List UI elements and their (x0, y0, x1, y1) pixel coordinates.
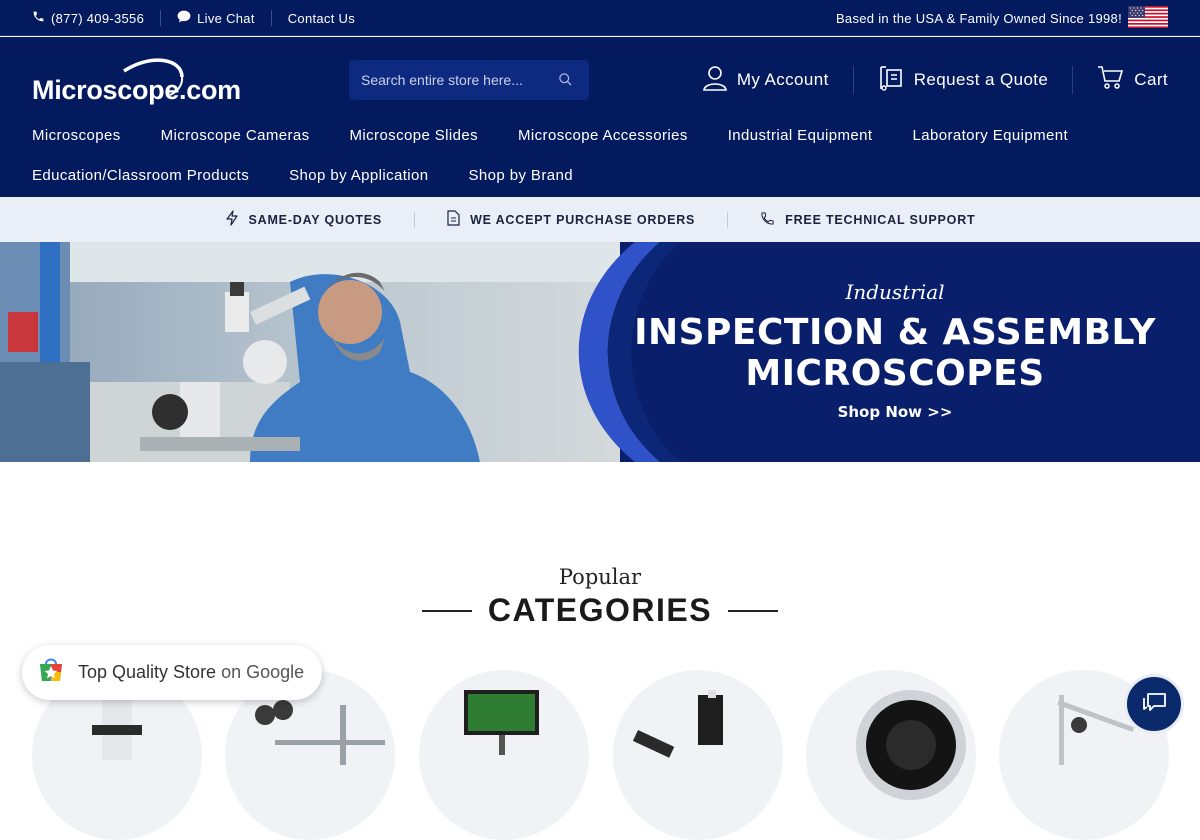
benefit-label: WE ACCEPT PURCHASE ORDERS (470, 212, 696, 227)
quote-icon (878, 65, 904, 96)
nav-item-microscopes[interactable]: Microscopes (32, 127, 121, 144)
my-account-label: My Account (736, 70, 829, 89)
chat-widget-button[interactable] (1124, 674, 1184, 734)
tagline-text: Based in the USA & Family Owned Since 19… (835, 10, 1122, 26)
category-microscope-cameras[interactable] (419, 670, 589, 840)
hero-photo (0, 242, 640, 462)
hero-text: Industrial INSPECTION & ASSEMBLY MICROSC… (590, 242, 1200, 462)
shop-now-link[interactable]: Shop Now >> (590, 403, 1200, 421)
badge-text: Top Quality Store on Google (78, 662, 304, 683)
nav-row: Microscopes Microscope Cameras Microscop… (32, 125, 1172, 145)
badge-store-label: Top Quality Store (78, 662, 217, 682)
main-navigation: Microscopes Microscope Cameras Microscop… (32, 125, 1172, 205)
benefit-label: SAME-DAY QUOTES (248, 212, 383, 227)
benefit-technical-support: FREE TECHNICAL SUPPORT (760, 211, 975, 229)
categories-title: CATEGORIES (487, 592, 713, 628)
main-header: Microscope.com My Account Request a Quot… (0, 37, 1200, 197)
phone-link[interactable]: (877) 409-3556 (32, 10, 144, 26)
heading-rule (728, 609, 779, 612)
hero-title-line-2: MICROSCOPES (745, 353, 1045, 394)
heading-rule (421, 609, 472, 612)
nav-item-education[interactable]: Education/Classroom Products (32, 167, 249, 184)
phone-icon (760, 211, 775, 229)
chat-icon (1140, 689, 1168, 720)
google-shopping-icon (36, 655, 66, 690)
hero-title-line-1: INSPECTION & ASSEMBLY (634, 312, 1156, 353)
hero-banner[interactable]: Industrial INSPECTION & ASSEMBLY MICROSC… (0, 242, 1200, 462)
benefit-label: FREE TECHNICAL SUPPORT (785, 212, 976, 227)
tagline: Based in the USA & Family Owned Since 19… (836, 0, 1168, 36)
user-icon (702, 65, 727, 96)
benefit-same-day-quotes: SAME-DAY QUOTES (225, 210, 383, 229)
request-quote-label: Request a Quote (913, 70, 1049, 89)
lightning-icon (225, 210, 239, 229)
divider (270, 10, 272, 26)
nav-item-shop-by-application[interactable]: Shop by Application (289, 167, 428, 184)
search-icon[interactable] (558, 72, 573, 92)
document-icon (447, 210, 460, 229)
benefit-purchase-orders: WE ACCEPT PURCHASE ORDERS (447, 210, 695, 229)
google-store-badge[interactable]: Top Quality Store on Google (22, 645, 322, 700)
live-chat-label: Live Chat (197, 10, 255, 26)
chat-bubble-icon (177, 10, 191, 26)
hero-subtitle: Industrial (845, 280, 945, 304)
nav-row: Education/Classroom Products Shop by App… (32, 165, 1172, 185)
site-logo[interactable]: Microscope.com (32, 57, 242, 107)
nav-item-shop-by-brand[interactable]: Shop by Brand (469, 167, 573, 184)
nav-item-microscope-accessories[interactable]: Microscope Accessories (518, 127, 688, 144)
nav-item-industrial-equipment[interactable]: Industrial Equipment (728, 127, 873, 144)
top-bar: (877) 409-3556 Live Chat Contact Us Base… (0, 0, 1200, 36)
search-input[interactable] (361, 72, 551, 88)
contact-us-label: Contact Us (287, 10, 356, 26)
badge-google-label: on Google (221, 662, 305, 682)
search-box[interactable] (349, 60, 589, 100)
popular-label: Popular (558, 565, 642, 589)
category-inverted-microscope[interactable] (613, 670, 783, 840)
nav-item-microscope-slides[interactable]: Microscope Slides (350, 127, 479, 144)
header-actions: My Account Request a Quote Cart (702, 63, 1168, 97)
phone-icon (32, 10, 45, 26)
svg-text:Microscope.com: Microscope.com (32, 75, 241, 105)
category-cameras-accessories[interactable] (806, 670, 976, 840)
categories-heading: CATEGORIES (0, 592, 1200, 629)
divider (1072, 66, 1074, 94)
cart-label: Cart (1134, 70, 1168, 89)
cart-icon (1097, 65, 1124, 95)
contact-us-link[interactable]: Contact Us (288, 11, 355, 26)
phone-number: (877) 409-3556 (51, 10, 145, 26)
nav-item-microscope-cameras[interactable]: Microscope Cameras (161, 127, 310, 144)
nav-item-laboratory-equipment[interactable]: Laboratory Equipment (912, 127, 1068, 144)
request-quote-link[interactable]: Request a Quote (878, 65, 1049, 96)
divider (160, 10, 162, 26)
live-chat-link[interactable]: Live Chat (177, 10, 255, 26)
cart-link[interactable]: Cart (1097, 65, 1168, 95)
top-bar-links: (877) 409-3556 Live Chat Contact Us (32, 0, 355, 36)
divider (414, 211, 416, 228)
divider (727, 211, 729, 228)
divider (852, 66, 854, 94)
benefits-bar: SAME-DAY QUOTES WE ACCEPT PURCHASE ORDER… (0, 197, 1200, 242)
us-flag-icon (1128, 5, 1168, 31)
my-account-link[interactable]: My Account (702, 65, 829, 96)
